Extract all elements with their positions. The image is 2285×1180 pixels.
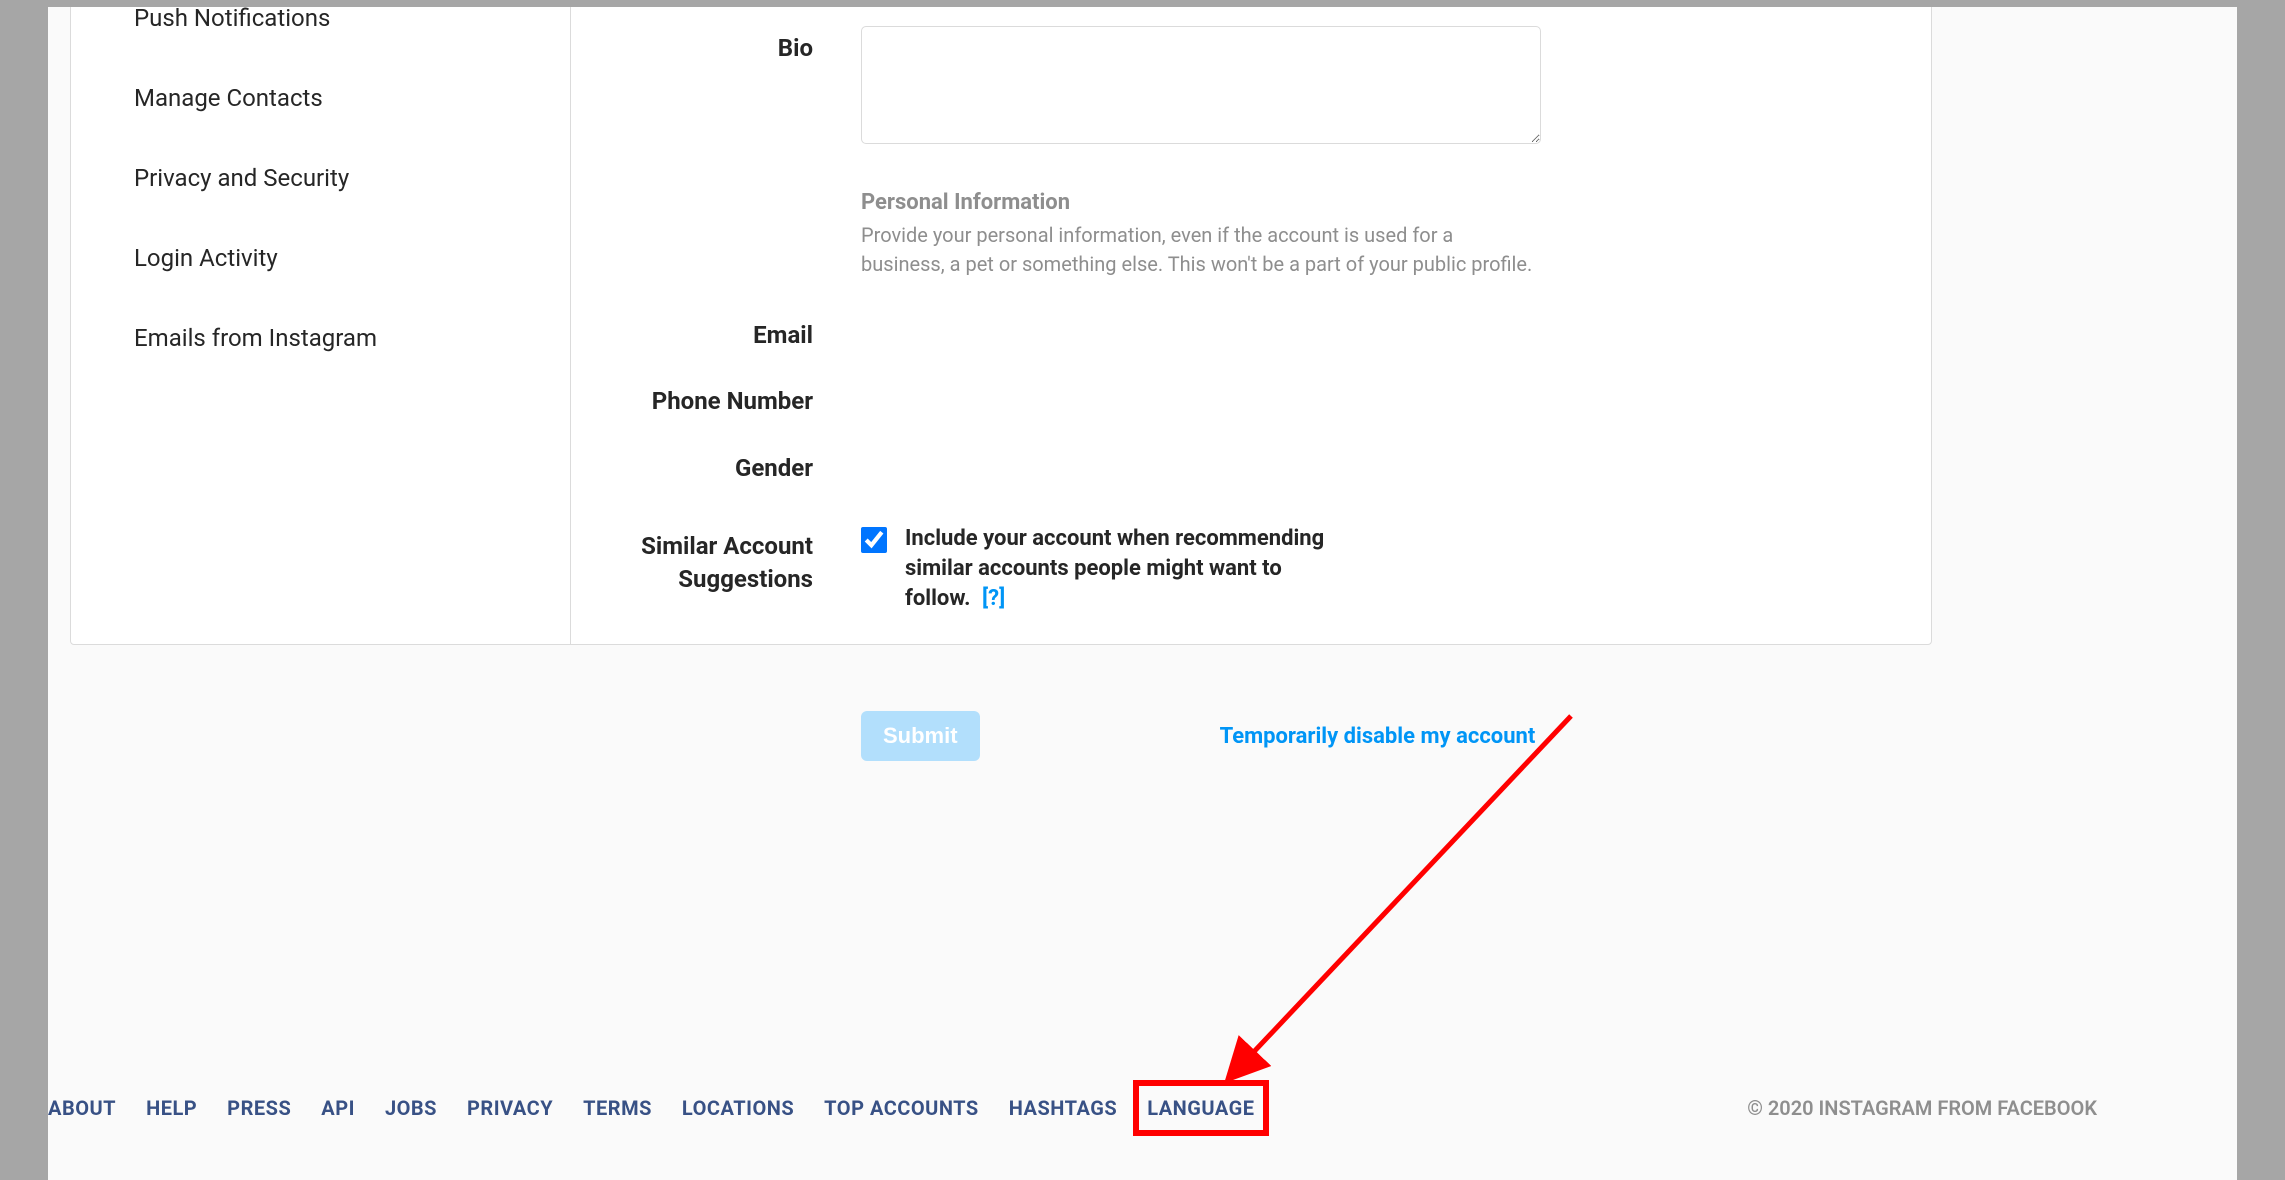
- footer-copyright: © 2020 Instagram from Facebook: [1747, 1096, 2097, 1120]
- sidebar-item-login-activity[interactable]: Login Activity: [71, 218, 570, 298]
- settings-sidebar: Push Notifications Manage Contacts Priva…: [71, 7, 571, 644]
- personal-info-heading: Personal Information: [861, 190, 1541, 215]
- sidebar-item-push-notifications[interactable]: Push Notifications: [71, 7, 570, 58]
- footer-link-jobs[interactable]: Jobs: [385, 1096, 437, 1120]
- temporarily-disable-link[interactable]: Temporarily disable my account: [1220, 724, 1536, 749]
- bio-label: Bio: [571, 26, 861, 64]
- bio-textarea[interactable]: [861, 26, 1541, 144]
- suggestions-label: Similar Account Suggestions: [571, 524, 861, 595]
- footer-link-top-accounts[interactable]: Top Accounts: [824, 1096, 979, 1120]
- page-footer: About Help Press API Jobs Privacy Terms …: [48, 1096, 2237, 1120]
- footer-link-api[interactable]: API: [321, 1096, 355, 1120]
- suggestions-checkbox-label: Include your account when recommending s…: [905, 524, 1335, 613]
- footer-link-hashtags[interactable]: Hashtags: [1009, 1096, 1117, 1120]
- submit-button[interactable]: Submit: [861, 711, 980, 761]
- browser-viewport: Push Notifications Manage Contacts Priva…: [48, 7, 2237, 1180]
- footer-link-language[interactable]: Language: [1147, 1096, 1254, 1120]
- footer-link-help[interactable]: Help: [146, 1096, 197, 1120]
- sidebar-item-manage-contacts[interactable]: Manage Contacts: [71, 58, 570, 138]
- settings-form: Bio Personal Information Provide your pe…: [571, 7, 1931, 644]
- suggestions-checkbox[interactable]: [861, 527, 887, 553]
- footer-link-terms[interactable]: Terms: [583, 1096, 652, 1120]
- footer-link-press[interactable]: Press: [227, 1096, 291, 1120]
- personal-info-text: Provide your personal information, even …: [861, 221, 1541, 279]
- footer-link-privacy[interactable]: Privacy: [467, 1096, 553, 1120]
- email-label: Email: [571, 313, 861, 351]
- sidebar-item-emails-from-instagram[interactable]: Emails from Instagram: [71, 298, 570, 378]
- sidebar-item-privacy-security[interactable]: Privacy and Security: [71, 138, 570, 218]
- suggestions-help-link[interactable]: [?]: [982, 586, 1005, 611]
- gender-label: Gender: [571, 446, 861, 484]
- suggestions-checkbox-text: Include your account when recommending s…: [905, 526, 1324, 610]
- phone-label: Phone Number: [571, 379, 861, 417]
- footer-link-locations[interactable]: Locations: [682, 1096, 794, 1120]
- footer-links: About Help Press API Jobs Privacy Terms …: [48, 1096, 1255, 1120]
- footer-link-about[interactable]: About: [48, 1096, 116, 1120]
- settings-card: Push Notifications Manage Contacts Priva…: [70, 7, 1932, 645]
